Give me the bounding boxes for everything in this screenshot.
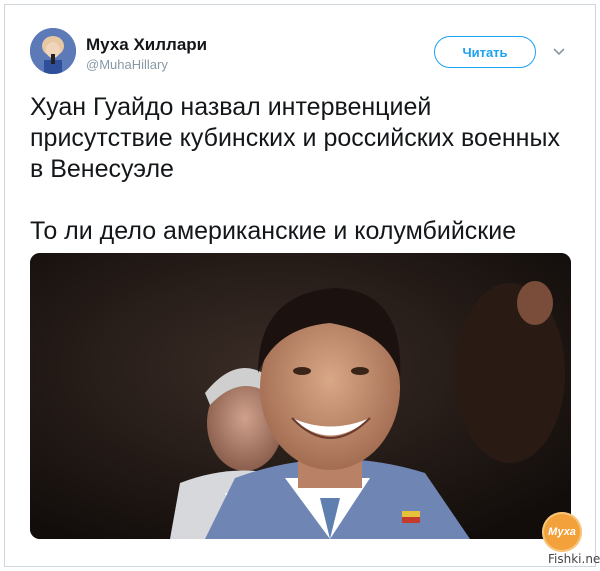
site-watermark: Fishki.net (548, 552, 600, 566)
author-display-name[interactable]: Муха Хиллари (86, 35, 207, 55)
tweet-paragraph-1: Хуан Гуайдо назвал интервенцией присутст… (30, 93, 560, 183)
author-avatar[interactable] (30, 28, 76, 74)
photo-image (30, 253, 571, 539)
tweet-text: Хуан Гуайдо назвал интервенцией присутст… (30, 92, 570, 247)
tweet-photo[interactable] (30, 253, 571, 539)
site-logo: Муха (542, 512, 582, 552)
tweet-paragraph-2: То ли дело американские и колумбийские (30, 217, 517, 245)
follow-button[interactable]: Читать (434, 36, 536, 68)
author-handle[interactable]: @MuhaHillary (86, 57, 168, 72)
chevron-down-icon[interactable] (551, 44, 567, 60)
avatar-image (30, 28, 76, 74)
